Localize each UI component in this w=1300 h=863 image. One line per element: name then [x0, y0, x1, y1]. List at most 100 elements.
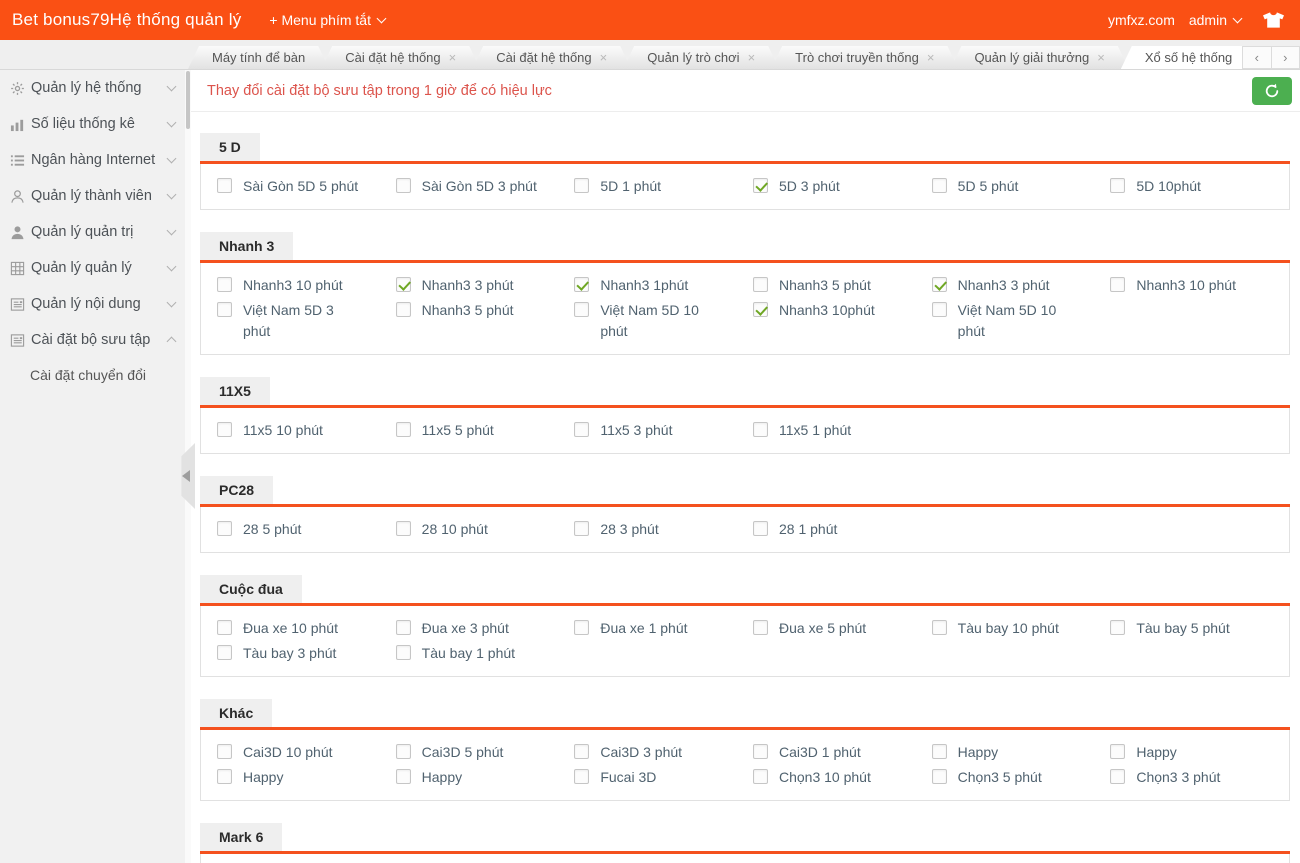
checkbox[interactable] — [217, 769, 232, 784]
shortcut-menu-button[interactable]: + Menu phím tắt — [269, 12, 385, 28]
checkbox[interactable] — [396, 521, 411, 536]
tab-close-icon[interactable]: × — [449, 51, 457, 64]
checkbox[interactable] — [932, 302, 947, 317]
game-option[interactable]: 11x5 10 phút — [217, 419, 396, 442]
game-option[interactable]: Nhanh3 10 phút — [1110, 274, 1289, 297]
checkbox[interactable] — [932, 744, 947, 759]
tab[interactable]: Trò chơi truyền thống × — [771, 46, 958, 69]
checkbox[interactable] — [753, 620, 768, 635]
checkbox[interactable] — [753, 521, 768, 536]
game-option[interactable]: Chọn3 5 phút — [932, 766, 1111, 789]
game-option[interactable]: Việt Nam 5D 3 phút — [217, 299, 396, 343]
checkbox[interactable] — [932, 620, 947, 635]
checkbox[interactable] — [753, 302, 768, 317]
user-menu-button[interactable]: admin — [1189, 12, 1241, 28]
sidebar-item-5[interactable]: Quản lý quản trị — [0, 214, 185, 250]
checkbox[interactable] — [753, 769, 768, 784]
checkbox[interactable] — [1110, 277, 1125, 292]
sidebar-item-2[interactable]: Số liệu thống kê — [0, 106, 185, 142]
checkbox[interactable] — [574, 521, 589, 536]
checkbox[interactable] — [396, 302, 411, 317]
game-option[interactable]: Tàu bay 5 phút — [1110, 617, 1289, 640]
checkbox[interactable] — [217, 521, 232, 536]
checkbox[interactable] — [574, 744, 589, 759]
game-option[interactable]: Happy — [217, 766, 396, 789]
game-option[interactable]: 28 1 phút — [753, 518, 932, 541]
game-option[interactable]: 28 5 phút — [217, 518, 396, 541]
theme-skin-icon[interactable] — [1263, 12, 1284, 28]
game-option[interactable]: Cai3D 5 phút — [396, 741, 575, 764]
checkbox[interactable] — [1110, 620, 1125, 635]
checkbox[interactable] — [217, 744, 232, 759]
checkbox[interactable] — [932, 277, 947, 292]
sidebar-scrollbar-thumb[interactable] — [186, 71, 190, 129]
sidebar-item-7[interactable]: Quản lý nội dung — [0, 286, 185, 322]
game-option[interactable]: Nhanh3 10 phút — [217, 274, 396, 297]
game-option[interactable]: Việt Nam 5D 10 phút — [574, 299, 753, 343]
checkbox[interactable] — [217, 302, 232, 317]
game-option[interactable]: 11x5 1 phút — [753, 419, 932, 442]
game-option[interactable]: Đua xe 1 phút — [574, 617, 753, 640]
game-option[interactable]: 11x5 3 phút — [574, 419, 753, 442]
tab-close-icon[interactable]: × — [1097, 51, 1105, 64]
game-option[interactable]: 5D 10phút — [1110, 175, 1289, 198]
game-option[interactable]: Nhanh3 3 phút — [396, 274, 575, 297]
game-option[interactable]: Nhanh3 3 phút — [932, 274, 1111, 297]
tab[interactable]: Xổ số hệ thống — [1121, 46, 1256, 69]
game-option[interactable]: Cai3D 3 phút — [574, 741, 753, 764]
checkbox[interactable] — [396, 769, 411, 784]
checkbox[interactable] — [217, 422, 232, 437]
game-option[interactable]: Sài Gòn 5D 3 phút — [396, 175, 575, 198]
sidebar-item-4[interactable]: Quản lý thành viên — [0, 178, 185, 214]
game-option[interactable]: Fucai 3D — [574, 766, 753, 789]
game-option[interactable]: Happy — [396, 766, 575, 789]
game-option[interactable]: Nhanh3 5 phút — [396, 299, 575, 343]
tab-close-icon[interactable]: × — [748, 51, 756, 64]
checkbox[interactable] — [753, 277, 768, 292]
game-option[interactable]: Đua xe 5 phút — [753, 617, 932, 640]
game-option[interactable]: Đua xe 10 phút — [217, 617, 396, 640]
sidebar-item-3[interactable]: Ngân hàng Internet — [0, 142, 185, 178]
game-option[interactable]: Cai3D 10 phút — [217, 741, 396, 764]
game-option[interactable]: Tàu bay 3 phút — [217, 642, 396, 665]
checkbox[interactable] — [932, 178, 947, 193]
checkbox[interactable] — [574, 277, 589, 292]
tab[interactable]: Cài đặt hệ thống × — [472, 46, 631, 69]
checkbox[interactable] — [217, 645, 232, 660]
game-option[interactable]: Cai3D 1 phút — [753, 741, 932, 764]
game-option[interactable]: Happy — [1110, 741, 1289, 764]
game-option[interactable]: Nhanh3 1phút — [574, 274, 753, 297]
tab-scroll-right-icon[interactable]: › — [1271, 47, 1300, 68]
sidebar-subitem[interactable]: Cài đặt chuyển đổi — [0, 358, 185, 392]
checkbox[interactable] — [396, 422, 411, 437]
checkbox[interactable] — [574, 302, 589, 317]
game-option[interactable]: 28 3 phút — [574, 518, 753, 541]
game-option[interactable]: Nhanh3 5 phút — [753, 274, 932, 297]
tab-close-icon[interactable]: × — [600, 51, 608, 64]
checkbox[interactable] — [217, 277, 232, 292]
checkbox[interactable] — [753, 422, 768, 437]
sidebar-item-6[interactable]: Quản lý quản lý — [0, 250, 185, 286]
checkbox[interactable] — [753, 178, 768, 193]
checkbox[interactable] — [396, 620, 411, 635]
game-option[interactable]: Tàu bay 1 phút — [396, 642, 575, 665]
game-option[interactable]: Happy — [932, 741, 1111, 764]
checkbox[interactable] — [574, 422, 589, 437]
game-option[interactable]: 5D 1 phút — [574, 175, 753, 198]
tab[interactable]: Quản lý trò chơi × — [623, 46, 779, 69]
checkbox[interactable] — [396, 277, 411, 292]
tab[interactable]: Cài đặt hệ thống × — [321, 46, 480, 69]
checkbox[interactable] — [1110, 178, 1125, 193]
checkbox[interactable] — [574, 178, 589, 193]
game-option[interactable]: Sài Gòn 5D 5 phút — [217, 175, 396, 198]
game-option[interactable]: 28 10 phút — [396, 518, 575, 541]
sidebar-item-8[interactable]: Cài đặt bộ sưu tập — [0, 322, 185, 358]
checkbox[interactable] — [753, 744, 768, 759]
tab[interactable]: Quản lý giải thưởng × — [950, 46, 1128, 69]
sidebar-item-1[interactable]: Quản lý hệ thống — [0, 70, 185, 106]
game-option[interactable]: Chọn3 3 phút — [1110, 766, 1289, 789]
game-option[interactable]: 5D 3 phút — [753, 175, 932, 198]
checkbox[interactable] — [1110, 769, 1125, 784]
checkbox[interactable] — [396, 178, 411, 193]
checkbox[interactable] — [217, 620, 232, 635]
